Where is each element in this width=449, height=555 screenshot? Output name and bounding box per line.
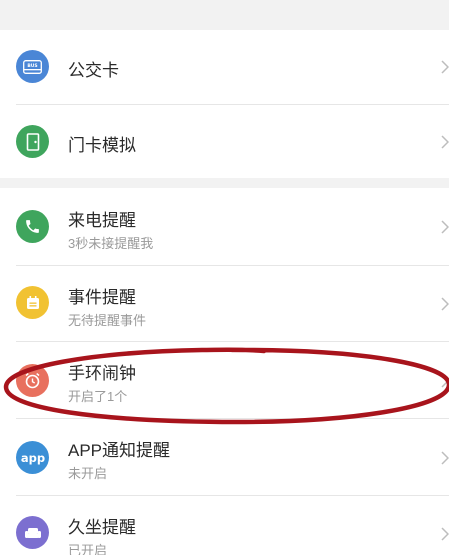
row-band-alarm[interactable]: 手环闹钟 开启了1个 <box>0 342 449 418</box>
chevron-right-icon <box>441 451 449 465</box>
settings-screen: BUS 公交卡 门卡模拟 来电提醒 3秒未接提醒我 事件提醒 无待提醒事件 手环… <box>0 0 449 555</box>
chevron-right-icon <box>441 527 449 541</box>
row-sedentary-reminder[interactable]: 久坐提醒 已开启 <box>0 496 449 555</box>
row-door-card[interactable]: 门卡模拟 <box>0 105 449 178</box>
alarm-clock-icon <box>16 364 49 397</box>
cards-section: BUS 公交卡 门卡模拟 <box>0 30 449 178</box>
row-subtitle: 已开启 <box>68 543 108 555</box>
row-title: 手环闹钟 <box>68 364 136 383</box>
door-card-icon <box>16 125 49 158</box>
row-app-notification[interactable]: app APP通知提醒 未开启 <box>0 419 449 495</box>
row-subtitle: 未开启 <box>68 466 108 481</box>
bus-card-icon: BUS <box>16 50 49 83</box>
chevron-right-icon <box>441 297 449 311</box>
event-icon <box>16 286 49 319</box>
row-title: APP通知提醒 <box>68 441 171 460</box>
row-subtitle: 无待提醒事件 <box>68 313 147 328</box>
row-title: 门卡模拟 <box>68 136 136 155</box>
chevron-right-icon <box>441 220 449 234</box>
row-call-reminder[interactable]: 来电提醒 3秒未接提醒我 <box>0 188 449 265</box>
chevron-right-icon <box>441 60 449 74</box>
reminders-section: 来电提醒 3秒未接提醒我 事件提醒 无待提醒事件 手环闹钟 开启了1个 app … <box>0 188 449 555</box>
chevron-right-icon <box>441 374 449 388</box>
row-subtitle: 3秒未接提醒我 <box>68 236 154 251</box>
phone-icon <box>16 210 49 243</box>
svg-text:app: app <box>20 451 44 465</box>
row-title: 来电提醒 <box>68 211 136 230</box>
sofa-icon <box>16 516 49 549</box>
row-title: 公交卡 <box>68 61 119 80</box>
chevron-right-icon <box>441 135 449 149</box>
row-title: 久坐提醒 <box>68 518 136 537</box>
row-bus-card[interactable]: BUS 公交卡 <box>0 30 449 104</box>
app-icon: app <box>16 441 49 474</box>
row-title: 事件提醒 <box>68 288 136 307</box>
row-event-reminder[interactable]: 事件提醒 无待提醒事件 <box>0 266 449 341</box>
row-subtitle: 开启了1个 <box>68 389 128 404</box>
svg-text:BUS: BUS <box>27 63 37 69</box>
